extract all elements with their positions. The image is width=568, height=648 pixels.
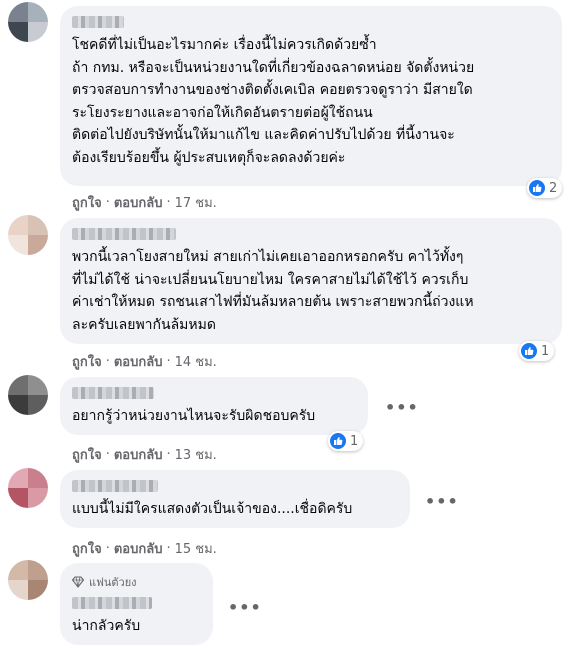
commenter-name[interactable] xyxy=(72,597,152,609)
comment-bubble: แฟนตัวยง น่ากลัวครับ xyxy=(60,563,213,645)
like-reaction-icon xyxy=(521,343,537,359)
diamond-icon xyxy=(72,576,84,588)
avatar[interactable] xyxy=(8,2,48,42)
comment-actions: ถูกใจ · ตอบกลับ · 15 ชม. xyxy=(72,538,217,559)
like-button[interactable]: ถูกใจ xyxy=(72,351,102,372)
reaction-count[interactable]: 1 xyxy=(328,431,364,451)
reaction-count[interactable]: 1 xyxy=(519,341,555,361)
reaction-count[interactable]: 2 xyxy=(527,178,563,198)
commenter-name[interactable] xyxy=(72,387,154,399)
more-options-button[interactable]: ••• xyxy=(385,398,419,417)
like-button[interactable]: ถูกใจ xyxy=(72,444,102,465)
commenter-name[interactable] xyxy=(72,480,158,492)
comment-bubble: แบบนี้ไม่มีใครแสดงตัวเป็นเจ้าของ....เชื่… xyxy=(60,470,410,528)
comment-text: แบบนี้ไม่มีใครแสดงตัวเป็นเจ้าของ....เชื่… xyxy=(72,501,353,517)
reply-button[interactable]: ตอบกลับ xyxy=(114,351,163,372)
comment-actions: ถูกใจ · ตอบกลับ · 14 ชม. xyxy=(72,351,217,372)
more-options-button[interactable]: ••• xyxy=(425,492,459,511)
commenter-name[interactable] xyxy=(72,16,124,28)
avatar[interactable] xyxy=(8,468,48,508)
timestamp[interactable]: 17 ชม. xyxy=(175,192,217,213)
avatar[interactable] xyxy=(8,560,48,600)
comment-text: โชคดีที่ไม่เป็นอะไรมากค่ะ เรื่องนี้ไม่คว… xyxy=(72,37,475,166)
comment-bubble: อยากรู้ว่าหน่วยงานไหนจะรับผิดชอบครับ xyxy=(60,377,368,435)
comment-bubble: โชคดีที่ไม่เป็นอะไรมากค่ะ เรื่องนี้ไม่คว… xyxy=(60,6,562,186)
like-reaction-icon xyxy=(330,433,346,449)
timestamp[interactable]: 13 ชม. xyxy=(175,444,217,465)
comment-text: พวกนี้เวลาโยงสายใหม่ สายเก่าไม่เคยเอาออก… xyxy=(72,249,474,333)
comment-text: อยากรู้ว่าหน่วยงานไหนจะรับผิดชอบครับ xyxy=(72,408,316,424)
avatar[interactable] xyxy=(8,215,48,255)
reply-button[interactable]: ตอบกลับ xyxy=(114,538,163,559)
reply-button[interactable]: ตอบกลับ xyxy=(114,444,163,465)
comment-actions: ถูกใจ · ตอบกลับ · 17 ชม. xyxy=(72,192,217,213)
like-reaction-icon xyxy=(529,180,545,196)
commenter-name[interactable] xyxy=(72,228,176,240)
timestamp[interactable]: 14 ชม. xyxy=(175,351,217,372)
comment-actions: ถูกใจ · ตอบกลับ · 13 ชม. xyxy=(72,444,217,465)
like-button[interactable]: ถูกใจ xyxy=(72,538,102,559)
more-options-button[interactable]: ••• xyxy=(228,598,262,617)
comment-bubble: พวกนี้เวลาโยงสายใหม่ สายเก่าไม่เคยเอาออก… xyxy=(60,218,562,344)
reply-button[interactable]: ตอบกลับ xyxy=(114,192,163,213)
timestamp[interactable]: 15 ชม. xyxy=(175,538,217,559)
avatar[interactable] xyxy=(8,375,48,415)
top-fan-badge: แฟนตัวยง xyxy=(72,573,201,591)
comment-text: น่ากลัวครับ xyxy=(72,618,141,634)
like-button[interactable]: ถูกใจ xyxy=(72,192,102,213)
